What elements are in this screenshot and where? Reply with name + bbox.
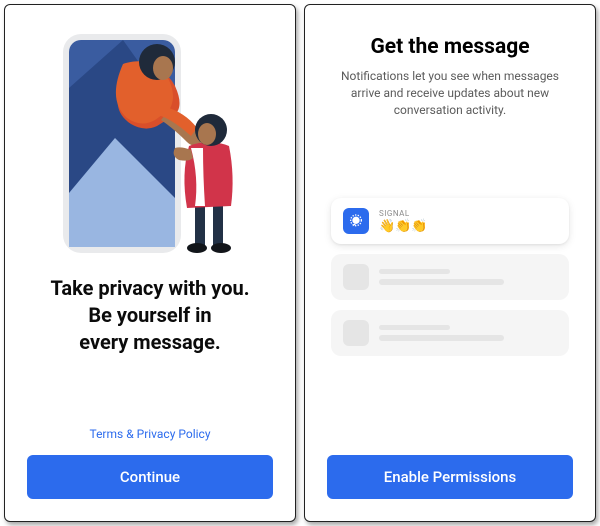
notification-body: SIGNAL 👋👏👏 [379, 209, 557, 233]
headline-line-3: every message. [27, 329, 273, 356]
placeholder-line [379, 335, 504, 341]
placeholder-line [379, 269, 450, 274]
notification-message: 👋👏👏 [379, 220, 557, 233]
welcome-headline: Take privacy with you. Be yourself in ev… [27, 275, 273, 356]
headline-line-1: Take privacy with you. [27, 275, 273, 302]
headline-line-2: Be yourself in [27, 302, 273, 329]
terms-privacy-link[interactable]: Terms & Privacy Policy [27, 427, 273, 441]
signal-logo-icon [348, 213, 364, 229]
notification-app-name: SIGNAL [379, 209, 557, 218]
notification-card-signal: SIGNAL 👋👏👏 [331, 198, 569, 244]
onboarding-notifications-screen: Get the message Notifications let you se… [304, 4, 596, 522]
enable-permissions-button[interactable]: Enable Permissions [327, 455, 573, 499]
parent-child-phone-illustration [45, 28, 255, 253]
notification-card-placeholder [331, 254, 569, 300]
placeholder-app-icon [343, 320, 369, 346]
notifications-title: Get the message [327, 35, 573, 59]
placeholder-line [379, 279, 504, 285]
notification-preview-stack: SIGNAL 👋👏👏 [327, 198, 573, 356]
placeholder-app-icon [343, 264, 369, 290]
welcome-illustration [27, 23, 273, 253]
placeholder-body [379, 325, 557, 341]
notifications-subtitle: Notifications let you see when messages … [327, 68, 573, 118]
notification-card-placeholder [331, 310, 569, 356]
signal-app-icon [343, 208, 369, 234]
placeholder-line [379, 325, 450, 330]
placeholder-body [379, 269, 557, 285]
onboarding-welcome-screen: Take privacy with you. Be yourself in ev… [4, 4, 296, 522]
continue-button[interactable]: Continue [27, 455, 273, 499]
